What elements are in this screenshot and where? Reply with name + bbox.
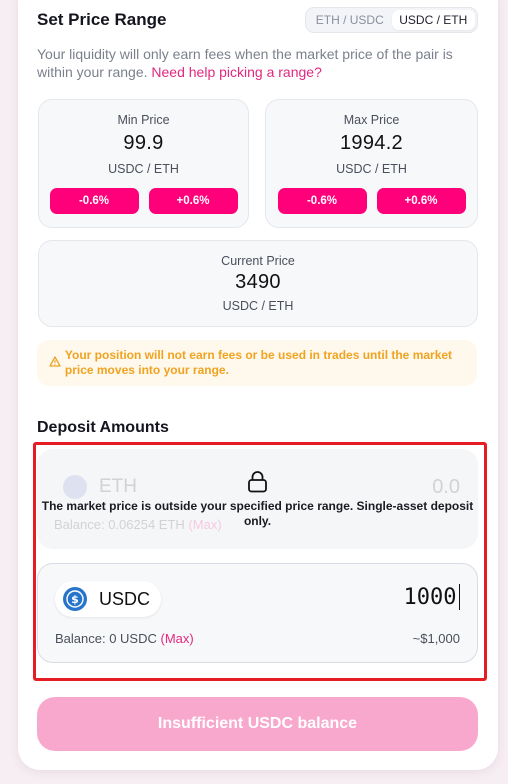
eth-deposit-locked: ETH 0.0 Balance: 0.06254 ETH (Max) The m… bbox=[37, 449, 478, 549]
pair-direction-toggle: ETH / USDC USDC / ETH bbox=[305, 7, 478, 33]
usdc-token-label: USDC bbox=[99, 588, 151, 609]
max-price-increase-button[interactable]: +0.6% bbox=[376, 188, 466, 214]
eth-amount: 0.0 bbox=[432, 476, 460, 498]
current-price-box: Current Price 3490 USDC / ETH bbox=[38, 240, 478, 327]
lock-icon bbox=[247, 470, 268, 498]
min-price-decrease-button[interactable]: -0.6% bbox=[49, 188, 139, 214]
usdc-balance-text: Balance: 0 USDC bbox=[55, 631, 157, 646]
max-price-unit: USDC / ETH bbox=[336, 162, 407, 176]
usdc-balance: Balance: 0 USDC (Max) bbox=[55, 631, 194, 646]
usdc-amount-input[interactable]: 1000 bbox=[404, 584, 460, 610]
warning-triangle-icon bbox=[49, 356, 65, 370]
help-picking-range-link[interactable]: Need help picking a range? bbox=[151, 64, 321, 80]
usdc-token-selector[interactable]: $ USDC bbox=[55, 581, 161, 617]
usdc-max-button[interactable]: (Max) bbox=[161, 631, 194, 646]
text-caret bbox=[458, 584, 460, 610]
current-price-label: Current Price bbox=[221, 254, 295, 268]
min-price-increase-button[interactable]: +0.6% bbox=[148, 188, 238, 214]
eth-token-icon bbox=[63, 475, 87, 499]
warning-text: Your position will not earn fees or be u… bbox=[64, 348, 453, 377]
usdc-usd-value: ~$1,000 bbox=[412, 631, 460, 646]
svg-text:$: $ bbox=[71, 593, 79, 606]
usdc-token-icon: $ bbox=[63, 587, 87, 611]
current-price-unit: USDC / ETH bbox=[222, 299, 294, 313]
insufficient-balance-button[interactable]: Insufficient USDC balance bbox=[37, 697, 478, 751]
current-price-value: 3490 bbox=[235, 271, 281, 293]
toggle-usdc-eth[interactable]: USDC / ETH bbox=[391, 10, 475, 30]
out-of-range-warning: Your position will not earn fees or be u… bbox=[37, 340, 477, 386]
eth-token-label: ETH bbox=[99, 476, 137, 497]
min-price-box: Min Price 99.9 USDC / ETH -0.6% +0.6% bbox=[38, 99, 249, 228]
min-price-unit: USDC / ETH bbox=[108, 162, 179, 176]
range-description: Your liquidity will only earn fees when … bbox=[37, 45, 477, 81]
set-price-range-title: Set Price Range bbox=[37, 10, 167, 29]
min-price-value[interactable]: 99.9 bbox=[39, 132, 248, 155]
max-price-value[interactable]: 1994.2 bbox=[266, 132, 477, 155]
max-price-box: Max Price 1994.2 USDC / ETH -0.6% +0.6% bbox=[265, 99, 478, 228]
toggle-eth-usdc[interactable]: ETH / USDC bbox=[308, 10, 392, 30]
max-price-label: Max Price bbox=[343, 113, 400, 127]
min-price-label: Min Price bbox=[117, 113, 170, 127]
locked-message: The market price is outside your specifi… bbox=[41, 499, 474, 528]
max-price-decrease-button[interactable]: -0.6% bbox=[277, 188, 367, 214]
usdc-amount-value: 1000 bbox=[403, 584, 457, 610]
deposit-amounts-title: Deposit Amounts bbox=[37, 419, 169, 436]
usdc-deposit-input: $ USDC 1000 Balance: 0 USDC (Max) ~$1,00… bbox=[37, 563, 478, 663]
